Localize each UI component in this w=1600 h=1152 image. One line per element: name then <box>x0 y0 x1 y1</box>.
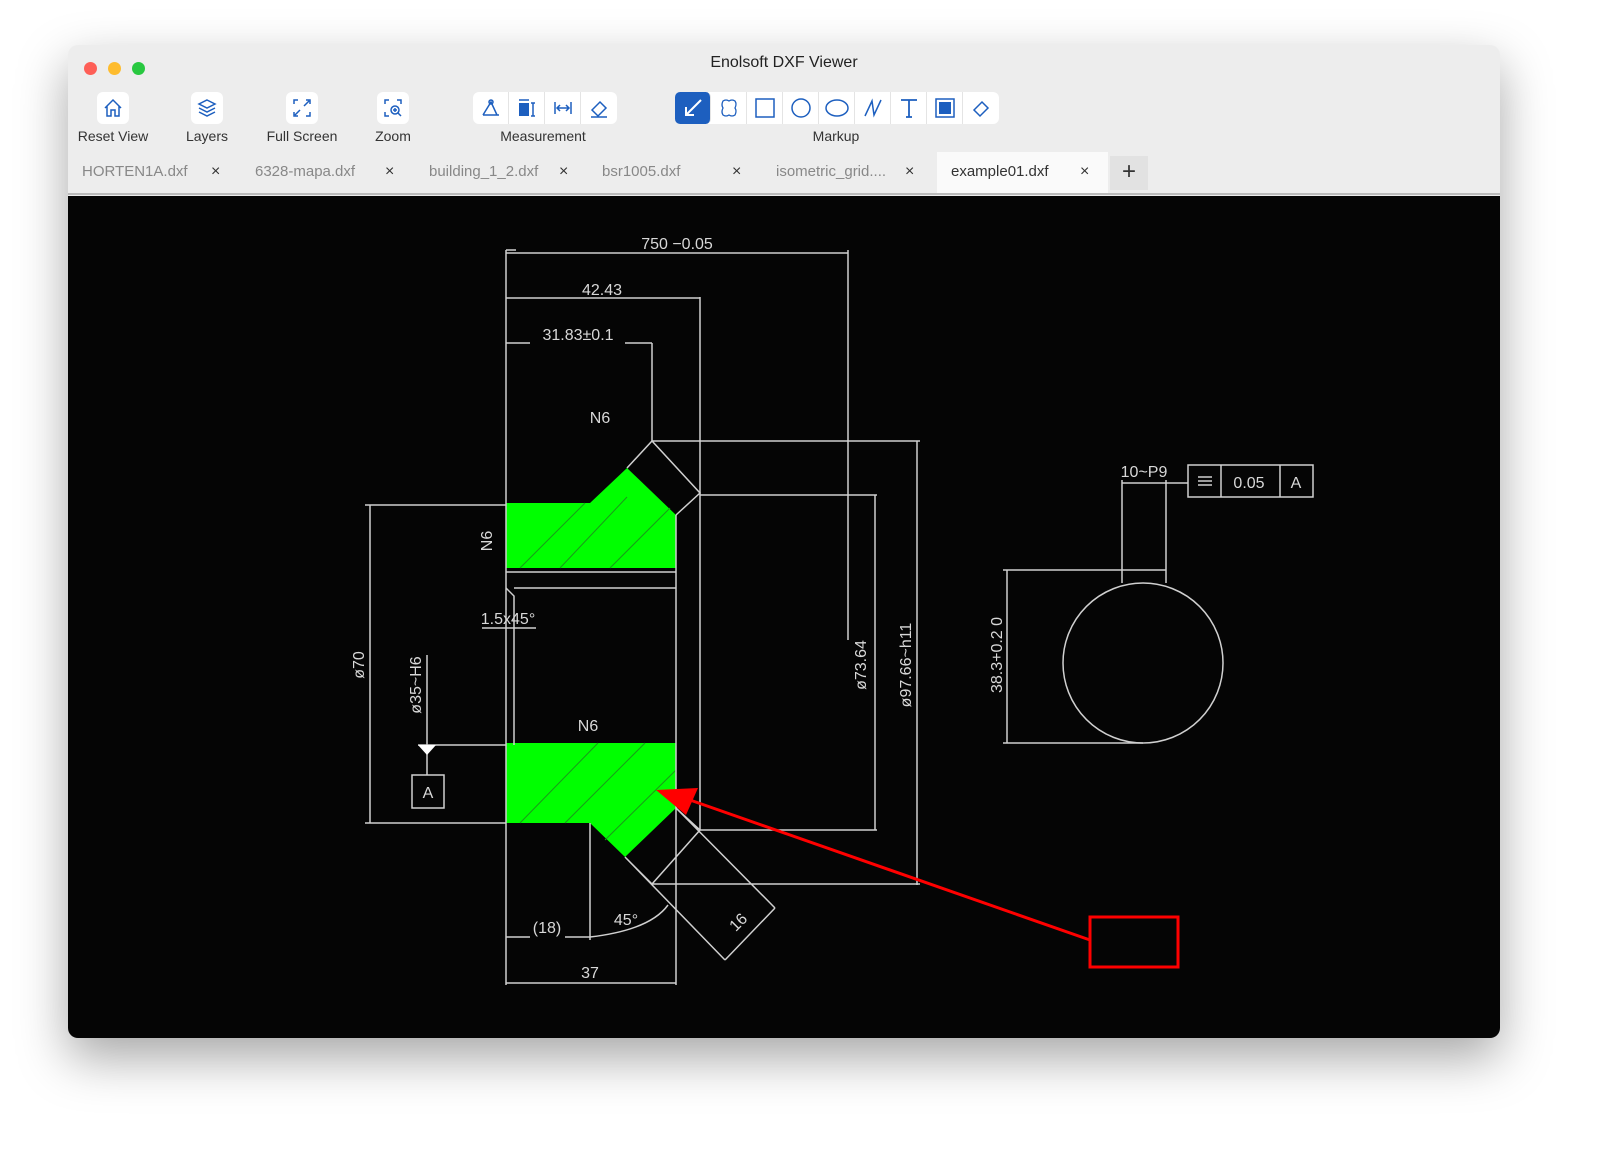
tolerance-value: 0.05 <box>1233 475 1264 492</box>
dim-750: 750 −0.05 <box>641 236 713 253</box>
dim-35: ø35~H6 <box>408 656 425 713</box>
dim-angle: 45° <box>614 912 638 929</box>
dim-70: ø70 <box>351 651 368 679</box>
dim-18: (18) <box>533 920 561 937</box>
tolerance-datum: A <box>1291 475 1302 492</box>
dim-height: 38.3+0.2 0 <box>989 617 1006 693</box>
dim-keyway: 10~P9 <box>1121 464 1168 481</box>
datum-label: A <box>423 785 434 802</box>
hatched-section-lower <box>506 743 676 857</box>
markup-arrow[interactable] <box>689 798 1091 942</box>
dim-37: 37 <box>581 965 599 982</box>
dim-31-83: 31.83±0.1 <box>542 327 613 344</box>
markup-rectangle[interactable] <box>1088 915 1180 969</box>
cad-drawing: 750 −0.05 42.43 31.83±0.1 1.5x45° ø70 ø3… <box>351 236 1314 985</box>
dim-97-66: ø97.66~h11 <box>898 623 915 708</box>
dim-16: 16 <box>727 910 752 935</box>
dim-73-64: ø73.64 <box>853 640 870 690</box>
roughness-symbol: N6 <box>578 718 599 735</box>
dim-chamfer: 1.5x45° <box>481 611 535 628</box>
dim-42-43: 42.43 <box>582 282 622 299</box>
roughness-symbol: N6 <box>479 531 496 552</box>
roughness-symbol: N6 <box>590 410 611 427</box>
hatched-section-upper <box>506 468 676 568</box>
